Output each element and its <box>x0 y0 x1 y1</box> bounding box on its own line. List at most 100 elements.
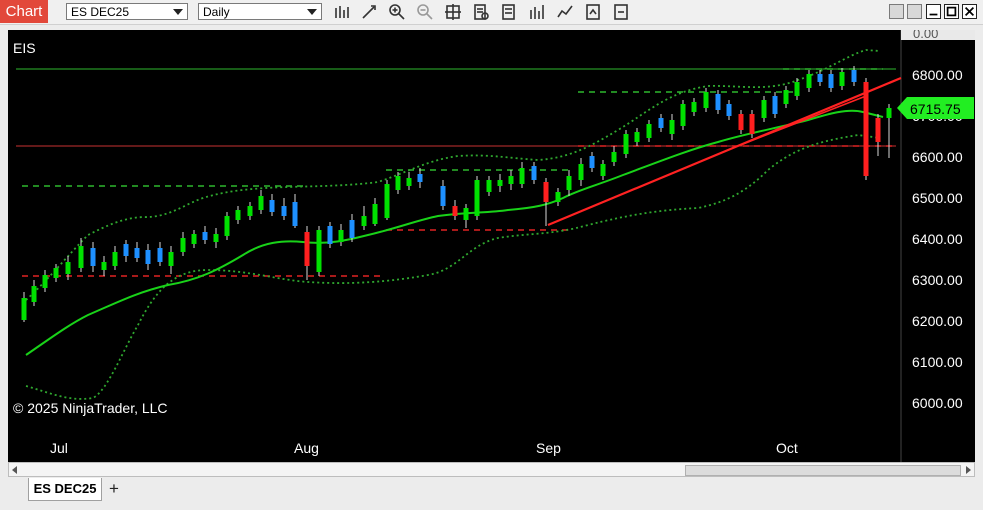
candle-body <box>817 74 823 82</box>
y-axis-label: 6500.00 <box>912 190 963 206</box>
candle-body <box>31 286 37 302</box>
x-axis-label: Oct <box>776 440 798 456</box>
title-bar: Chart ES DEC25 Daily <box>0 0 983 25</box>
candle-body <box>680 104 686 126</box>
candle-body <box>531 166 537 180</box>
candle-body <box>247 206 253 216</box>
scroll-left-icon[interactable] <box>11 466 19 474</box>
candle-body <box>180 238 186 252</box>
candle-body <box>486 180 492 192</box>
y-axis-label: 6800.00 <box>912 67 963 83</box>
candle-body <box>213 234 219 242</box>
candle-body <box>669 120 675 134</box>
candle-body <box>634 132 640 142</box>
candle-body <box>21 298 27 320</box>
candle-body <box>395 176 401 190</box>
instrument-selector[interactable]: ES DEC25 <box>66 3 188 20</box>
candle-body <box>623 134 629 154</box>
candle-body <box>90 248 96 266</box>
horizontal-scrollbar[interactable] <box>8 462 975 477</box>
candle-body <box>53 268 59 278</box>
y-axis-label: 6100.00 <box>912 354 963 370</box>
tab-bar: ES DEC25 + <box>0 478 983 510</box>
share-icon[interactable] <box>584 3 602 21</box>
crosshair-icon[interactable] <box>444 3 462 21</box>
price-marker-label: 6715.75 <box>910 101 961 117</box>
candle-body <box>519 168 525 184</box>
copyright-text: © 2025 NinjaTrader, LLC <box>13 400 168 416</box>
candle-body <box>703 92 709 108</box>
candle-body <box>851 70 857 82</box>
price-chart[interactable]: 0.00 6800.00 6700.00 6600.00 6500.00 640… <box>8 30 975 462</box>
draw-icon[interactable] <box>360 3 378 21</box>
close-icon[interactable] <box>962 4 977 19</box>
candle-body <box>452 206 458 216</box>
candle-body <box>886 108 892 118</box>
candle-body <box>316 230 322 272</box>
y-axis-label: 6300.00 <box>912 272 963 288</box>
strategies-icon[interactable] <box>500 3 518 21</box>
restore-button[interactable] <box>907 4 922 19</box>
candle-body <box>361 216 367 226</box>
candle-body <box>600 164 606 176</box>
candle-body <box>145 250 151 264</box>
candle-body <box>101 262 107 270</box>
candle-body <box>463 208 469 220</box>
candle-body <box>384 184 390 218</box>
candle-body <box>726 104 732 116</box>
candles <box>21 66 892 322</box>
minimize-button[interactable] <box>889 4 904 19</box>
candle-body <box>224 216 230 236</box>
candle-body <box>304 232 310 266</box>
y-axis-label: 6400.00 <box>912 231 963 247</box>
interval-value: Daily <box>203 5 230 19</box>
minimize-icon[interactable] <box>926 4 941 19</box>
candle-body <box>611 152 617 162</box>
drawing-tools-icon[interactable] <box>556 3 574 21</box>
candle-body <box>738 114 744 130</box>
candle-body <box>783 90 789 104</box>
zoom-out-icon[interactable] <box>416 3 434 21</box>
bars-icon[interactable] <box>333 3 351 21</box>
candle-body <box>134 248 140 258</box>
candle-body <box>191 234 197 244</box>
candle-body <box>578 164 584 180</box>
window-title: Chart <box>0 0 48 23</box>
interval-selector[interactable]: Daily <box>198 3 322 20</box>
candle-body <box>269 200 275 212</box>
candle-body <box>417 174 423 182</box>
maximize-icon[interactable] <box>944 4 959 19</box>
x-axis-label: Sep <box>536 440 561 456</box>
properties-icon[interactable] <box>472 3 490 21</box>
candle-body <box>157 248 163 262</box>
y-axis-label: 6000.00 <box>912 395 963 411</box>
chart-label: EIS <box>13 40 36 56</box>
y-axis-label: 6600.00 <box>912 149 963 165</box>
moving-average <box>25 109 884 356</box>
instrument-value: ES DEC25 <box>71 5 130 19</box>
scrollbar-thumb[interactable] <box>685 465 961 476</box>
zoom-in-icon[interactable] <box>388 3 406 21</box>
add-tab-button[interactable]: + <box>104 480 124 498</box>
candle-body <box>863 82 869 176</box>
candle-body <box>658 118 664 128</box>
candle-body <box>168 252 174 266</box>
candle-body <box>497 180 503 186</box>
candle-body <box>202 232 208 240</box>
scroll-right-icon[interactable] <box>964 466 972 474</box>
lower-band <box>25 134 881 400</box>
top-axis-label: 0.00 <box>913 30 938 41</box>
candle-body <box>474 180 480 216</box>
candle-body <box>646 124 652 138</box>
candle-body <box>875 118 881 142</box>
indicators-icon[interactable] <box>528 3 546 21</box>
candle-body <box>806 74 812 88</box>
candle-body <box>292 202 298 226</box>
candle-body <box>589 156 595 168</box>
chart-panel[interactable]: 0.00 6800.00 6700.00 6600.00 6500.00 640… <box>8 30 975 462</box>
tab-es-dec25[interactable]: ES DEC25 <box>28 478 102 501</box>
candle-body <box>839 72 845 86</box>
settings-icon[interactable] <box>612 3 630 21</box>
candle-body <box>112 252 118 266</box>
candle-body <box>508 176 514 184</box>
